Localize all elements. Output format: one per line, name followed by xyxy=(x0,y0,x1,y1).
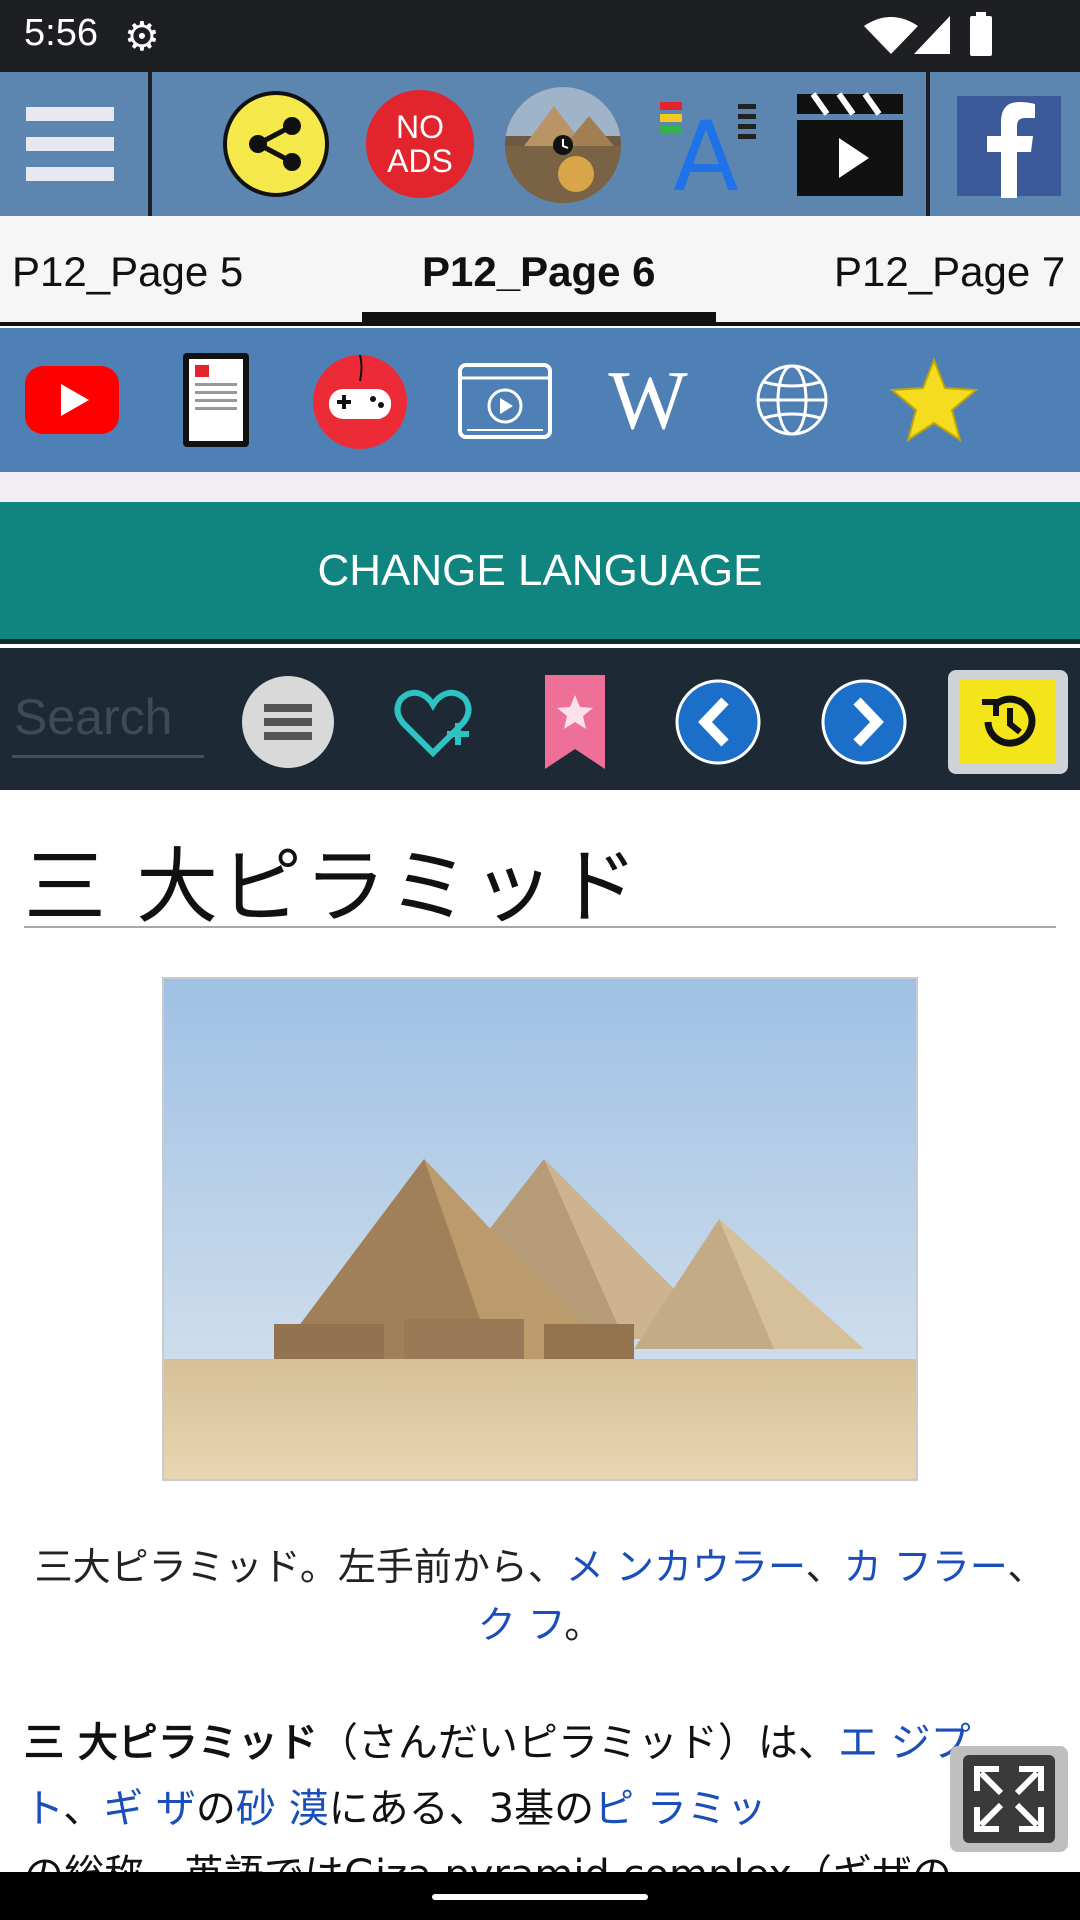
wikipedia-button[interactable]: W xyxy=(600,354,696,447)
favorites-star-button[interactable] xyxy=(886,354,982,446)
history-clock-icon xyxy=(960,680,1056,764)
caption-link-menkaure[interactable]: メ ンカウラー xyxy=(566,1545,806,1589)
tab-page-7[interactable]: P12_Page 7 xyxy=(834,248,1065,296)
wikipedia-icon: W xyxy=(608,353,688,447)
font-size-button[interactable]: A xyxy=(656,92,760,196)
web-button[interactable] xyxy=(750,358,834,442)
games-button[interactable] xyxy=(310,352,410,452)
link-desert[interactable]: 砂 漠 xyxy=(236,1786,329,1832)
youtube-icon xyxy=(25,366,119,434)
signal-icon xyxy=(914,16,950,54)
bookmark-icon xyxy=(545,675,605,769)
search-toolbar xyxy=(0,648,1080,790)
svg-text:A: A xyxy=(673,101,739,196)
tab-page-6[interactable]: P12_Page 6 xyxy=(422,248,656,296)
article-title: 三 大ピラミッド xyxy=(24,840,641,935)
history-gallery-button[interactable] xyxy=(504,86,622,204)
caption-separator: 、 xyxy=(1007,1545,1046,1589)
paragraph-text: にある、3基の xyxy=(328,1786,595,1832)
title-divider xyxy=(24,926,1056,928)
video-player-icon xyxy=(458,363,552,439)
share-button[interactable] xyxy=(220,88,332,200)
paragraph-text: の xyxy=(195,1786,236,1832)
paragraph-bold-term: 三 大ピラミッド xyxy=(24,1720,318,1766)
next-page-button[interactable] xyxy=(820,678,908,766)
paragraph-text: 、 xyxy=(63,1786,104,1832)
no-ads-line1: NO xyxy=(396,109,444,145)
previous-page-button[interactable] xyxy=(674,678,762,766)
caption-link-khafre[interactable]: カ フラー xyxy=(844,1545,1008,1589)
toolbar-divider xyxy=(148,72,152,216)
ebook-button[interactable] xyxy=(176,348,256,452)
heart-plus-icon xyxy=(394,689,472,758)
pyramids-history-icon xyxy=(505,87,621,203)
page-tabs: P12_Page 5 P12_Page 6 P12_Page 7 xyxy=(0,216,1080,326)
star-icon xyxy=(889,357,979,443)
pyramids-photo[interactable] xyxy=(162,977,918,1481)
video-clapper-icon xyxy=(797,92,903,196)
spacer xyxy=(0,472,1080,502)
battery-icon xyxy=(970,12,992,56)
video-button[interactable] xyxy=(794,90,906,198)
add-favorite-button[interactable] xyxy=(388,678,478,768)
settings-gear-icon: ⚙ xyxy=(124,14,160,60)
menu-button[interactable] xyxy=(18,94,122,194)
gamepad-icon xyxy=(313,354,407,449)
no-ads-badge: NO ADS xyxy=(366,90,474,198)
photo-caption: 三大ピラミッド。左手前から、メ ンカウラー、カ フラー、ク フ。 xyxy=(30,1538,1050,1654)
change-language-button[interactable]: CHANGE LANGUAGE xyxy=(0,502,1080,644)
home-gesture-pill[interactable] xyxy=(432,1894,648,1900)
facebook-icon xyxy=(957,96,1061,198)
media-links-bar: W xyxy=(0,328,1080,472)
youtube-button[interactable] xyxy=(22,358,122,442)
search-input[interactable] xyxy=(12,678,204,758)
status-time: 5:56 xyxy=(24,12,98,54)
fullscreen-button[interactable] xyxy=(950,1746,1068,1852)
link-giza[interactable]: ギ ザ xyxy=(103,1786,196,1832)
caption-separator: 、 xyxy=(805,1545,844,1589)
toolbar-divider-right xyxy=(926,72,930,216)
pyramids-image xyxy=(164,979,916,1479)
video-player-button[interactable] xyxy=(456,360,554,442)
link-pyramid[interactable]: ピ ラミッ xyxy=(594,1786,767,1832)
caption-link-khufu[interactable]: ク フ xyxy=(478,1603,565,1647)
contents-button[interactable] xyxy=(240,674,336,770)
no-ads-button[interactable]: NO ADS xyxy=(364,88,476,200)
caption-text: 三大ピラミッド。左手前から、 xyxy=(34,1545,566,1589)
bookmark-button[interactable] xyxy=(540,672,610,772)
ebook-reader-icon xyxy=(183,353,249,447)
top-toolbar: NO ADS A xyxy=(0,72,1080,216)
system-nav-bar xyxy=(0,1872,1080,1920)
font-size-icon: A xyxy=(660,101,756,196)
tab-page-5[interactable]: P12_Page 5 xyxy=(12,248,243,296)
facebook-button[interactable] xyxy=(954,94,1064,198)
caption-end: 。 xyxy=(564,1603,603,1647)
arrow-left-icon xyxy=(675,679,761,765)
history-button[interactable] xyxy=(948,670,1068,774)
globe-icon xyxy=(756,364,828,436)
no-ads-line2: ADS xyxy=(387,143,453,179)
arrow-right-icon xyxy=(821,679,907,765)
active-tab-indicator xyxy=(362,312,716,324)
fullscreen-icon xyxy=(963,1755,1055,1843)
paragraph-text: （さんだいピラミッド）は、 xyxy=(317,1720,838,1766)
list-menu-icon xyxy=(242,676,334,768)
hamburger-menu-icon xyxy=(26,107,114,181)
status-bar: 5:56 ⚙ xyxy=(0,0,1080,72)
share-icon xyxy=(223,91,329,197)
